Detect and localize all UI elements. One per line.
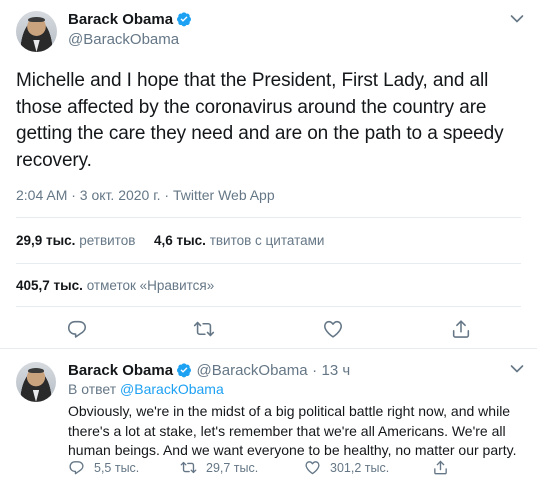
divider (16, 263, 521, 264)
likes-count: 405,7 тыс. (16, 278, 83, 293)
retweets-label: ретвитов (79, 233, 136, 248)
retweet-icon[interactable] (193, 318, 215, 340)
avatar[interactable] (16, 362, 56, 402)
verified-badge-icon (177, 12, 192, 27)
author-handle[interactable]: @BarackObama (197, 362, 308, 379)
reply-context: В ответ @BarackObama (68, 381, 224, 397)
avatar[interactable] (16, 11, 57, 52)
share-action[interactable] (432, 459, 458, 476)
likes-label: отметок «Нравится» (86, 278, 215, 293)
like-action[interactable]: 301,2 тыс. (304, 459, 389, 476)
likes-count: 301,2 тыс. (330, 460, 390, 475)
likes-stat[interactable]: 405,7 тыс. отметок «Нравится» (16, 278, 214, 293)
author-name-row[interactable]: Barack Obama (68, 11, 192, 29)
reply-icon[interactable] (66, 318, 88, 340)
replies-count: 5,5 тыс. (94, 460, 140, 475)
divider (16, 217, 521, 218)
chevron-down-icon[interactable] (510, 364, 524, 374)
reply-icon (69, 461, 84, 475)
chevron-down-icon[interactable] (510, 14, 524, 24)
like-icon (305, 461, 320, 475)
share-icon (434, 460, 447, 475)
reply-prefix: В ответ (68, 381, 117, 397)
quotes-stat[interactable]: 4,6 тыс. твитов с цитатами (154, 233, 324, 248)
tweet-text: Michelle and I hope that the President, … (16, 70, 504, 171)
quotes-count: 4,6 тыс. (154, 233, 206, 248)
share-icon[interactable] (450, 318, 472, 340)
author-name[interactable]: Barack Obama (68, 362, 173, 379)
quotes-label: твитов с цитатами (209, 233, 325, 248)
retweets-stat[interactable]: 29,9 тыс. ретвитов (16, 233, 135, 248)
reply-action[interactable]: 5,5 тыс. (68, 459, 139, 476)
divider (0, 348, 537, 349)
tweet-meta[interactable]: 2:04 AM · 3 окт. 2020 г. · Twitter Web A… (16, 187, 275, 203)
separator: · (312, 362, 318, 379)
tweet-time[interactable]: 13 ч (322, 362, 351, 379)
retweets-count: 29,7 тыс. (206, 460, 259, 475)
author-name[interactable]: Barack Obama (68, 11, 173, 28)
retweet-action[interactable]: 29,7 тыс. (180, 459, 258, 476)
divider (16, 306, 521, 307)
tweet-text: Obviously, we're in the midst of a big p… (68, 403, 517, 458)
retweet-icon (180, 461, 197, 474)
reply-to-link[interactable]: @BarackObama (120, 381, 224, 397)
reply-header: Barack Obama @BarackObama · 13 ч (68, 362, 350, 380)
verified-badge-icon (177, 363, 192, 378)
retweets-count: 29,9 тыс. (16, 233, 76, 248)
main-tweet: Barack Obama @BarackObama Michelle and I… (0, 0, 537, 346)
author-handle[interactable]: @BarackObama (68, 31, 179, 48)
like-icon[interactable] (322, 318, 344, 340)
